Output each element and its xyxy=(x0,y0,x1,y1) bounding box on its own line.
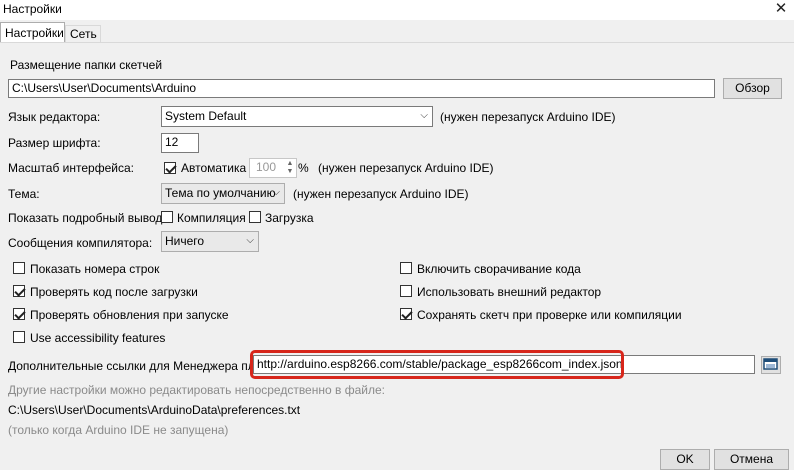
chevron-down-icon: ⌵ xyxy=(420,110,428,121)
theme-select[interactable]: Тема по умолчанию ⌵ xyxy=(161,183,285,204)
board-urls-label: Дополнительные ссылки для Менеджера плат… xyxy=(8,359,271,373)
verify-after-upload-label: Проверять код после загрузки xyxy=(30,285,198,299)
ide-not-running-note: (только когда Arduino IDE не запущена) xyxy=(8,423,229,437)
verbose-upload-checkbox[interactable] xyxy=(249,211,261,223)
language-select[interactable]: System Default ⌵ xyxy=(161,106,433,127)
scale-stepper[interactable]: ▲ ▼ xyxy=(284,160,296,176)
warnings-value: Ничего xyxy=(165,234,205,248)
language-restart-note: (нужен перезапуск Arduino IDE) xyxy=(440,110,616,124)
cancel-button[interactable]: Отмена xyxy=(714,449,789,470)
language-value: System Default xyxy=(165,109,247,123)
verbose-label: Показать подробный вывод: xyxy=(8,211,166,225)
line-numbers-label: Показать номера строк xyxy=(30,262,160,276)
close-icon[interactable]: ✕ xyxy=(770,0,792,18)
verbose-compile-label: Компиляция xyxy=(177,211,246,225)
scale-restart-note: (нужен перезапуск Arduino IDE) xyxy=(318,161,494,175)
theme-restart-note: (нужен перезапуск Arduino IDE) xyxy=(293,187,469,201)
line-numbers-checkbox[interactable] xyxy=(13,262,25,274)
font-size-input[interactable]: 12 xyxy=(161,133,199,153)
window-title: Настройки xyxy=(3,2,62,16)
verbose-upload-label: Загрузка xyxy=(265,211,314,225)
sketchbook-label: Размещение папки скетчей xyxy=(10,58,163,72)
tab-network[interactable]: Сеть xyxy=(65,25,101,42)
check-updates-checkbox[interactable] xyxy=(13,308,25,320)
title-bar xyxy=(0,0,794,20)
chevron-down-icon: ⌵ xyxy=(272,187,280,198)
highlight-annotation xyxy=(250,350,624,379)
ok-button[interactable]: OK xyxy=(660,449,710,470)
theme-value: Тема по умолчанию xyxy=(165,186,276,200)
scale-label: Масштаб интерфейса: xyxy=(8,161,134,175)
accessibility-label: Use accessibility features xyxy=(30,331,166,345)
scale-auto-label: Автоматика xyxy=(181,161,247,175)
save-on-verify-checkbox[interactable] xyxy=(400,308,412,320)
scale-auto-checkbox[interactable] xyxy=(164,162,176,174)
warnings-label: Сообщения компилятора: xyxy=(8,236,153,250)
scale-unit: % xyxy=(298,161,309,175)
save-on-verify-label: Сохранять скетч при проверке или компиля… xyxy=(417,308,682,322)
preferences-path: C:\Users\User\Documents\ArduinoData\pref… xyxy=(8,403,301,417)
verify-after-upload-checkbox[interactable] xyxy=(13,285,25,297)
verbose-compile-checkbox[interactable] xyxy=(161,211,173,223)
external-editor-checkbox[interactable] xyxy=(400,285,412,297)
accessibility-checkbox[interactable] xyxy=(13,331,25,343)
external-editor-label: Использовать внешний редактор xyxy=(417,285,602,299)
browse-button[interactable]: Обзор xyxy=(723,78,782,99)
board-urls-edit-button[interactable] xyxy=(761,356,781,374)
chevron-down-icon: ⌵ xyxy=(246,235,254,246)
theme-label: Тема: xyxy=(8,187,40,201)
code-folding-label: Включить сворачивание кода xyxy=(417,262,581,276)
code-folding-checkbox[interactable] xyxy=(400,262,412,274)
more-prefs-hint: Другие настройки можно редактировать неп… xyxy=(8,383,385,397)
check-updates-label: Проверять обновления при запуске xyxy=(30,308,229,322)
window-icon xyxy=(763,358,778,370)
language-label: Язык редактора: xyxy=(8,110,101,124)
sketchbook-path-input[interactable]: C:\Users\User\Documents\Arduino xyxy=(8,79,715,98)
warnings-select[interactable]: Ничего ⌵ xyxy=(161,231,259,252)
font-size-label: Размер шрифта: xyxy=(8,136,101,150)
tab-settings[interactable]: Настройки xyxy=(0,22,65,42)
